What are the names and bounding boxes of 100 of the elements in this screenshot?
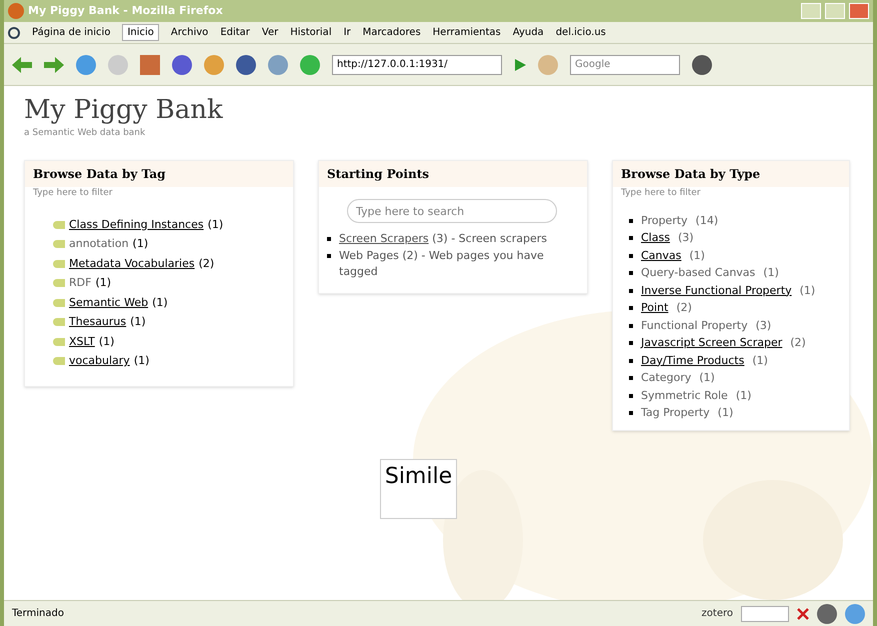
starting-point-link[interactable]: Screen Scrapers — [339, 232, 429, 245]
type-count: (1) — [763, 265, 779, 281]
tag-icon — [53, 279, 65, 288]
starting-point-text: Web Pages (2) - Web pages you have tagged — [339, 248, 545, 280]
tag-icon — [53, 298, 65, 307]
tag-count: (1) — [130, 314, 146, 330]
round-icon[interactable] — [172, 54, 192, 74]
window-title: My Piggy Bank - Mozilla Firefox — [28, 2, 223, 19]
type-count: (1) — [699, 370, 715, 386]
type-count: (3) — [756, 318, 772, 334]
menu-item[interactable]: Historial — [290, 25, 332, 40]
bullet-icon — [629, 324, 633, 328]
type-link[interactable]: Class — [641, 230, 670, 246]
type-count: (1) — [689, 248, 705, 264]
type-link[interactable]: Canvas — [641, 248, 682, 264]
tag-icon — [53, 357, 65, 366]
filter-hint: Type here to filter — [621, 187, 702, 200]
panel-title: Browse Data by Type — [613, 161, 849, 187]
tag-icon — [53, 338, 65, 346]
type-link[interactable]: Property — [641, 212, 688, 229]
page-subtitle: a Semantic Web data bank — [24, 126, 146, 140]
filter-hint: Type here to filter — [33, 187, 114, 200]
type-link[interactable]: Tag Property — [641, 405, 710, 422]
tag-link[interactable]: RDF — [69, 275, 92, 292]
menu-item[interactable]: Herramientas — [432, 25, 501, 40]
menu-item[interactable]: Editar — [220, 25, 250, 40]
address-field[interactable]: http://127.0.0.1:1931/ — [332, 54, 502, 74]
bullet-icon — [629, 254, 633, 258]
bullet-icon — [629, 341, 633, 346]
type-link[interactable]: Inverse Functional Property — [641, 282, 792, 299]
go-icon[interactable] — [514, 58, 526, 70]
menu-item[interactable]: Ayuda — [512, 25, 544, 40]
type-count: (1) — [718, 405, 734, 421]
simile-logo: Simile — [380, 458, 458, 518]
bullet-icon — [629, 218, 633, 223]
bullet-icon — [629, 236, 633, 240]
close-button[interactable] — [849, 3, 869, 19]
type-count: (3) — [678, 230, 694, 246]
type-count: (1) — [800, 282, 816, 298]
search-field[interactable]: Google — [570, 54, 680, 74]
type-count: (14) — [696, 212, 718, 228]
starting-point-link[interactable]: Web Pages — [339, 248, 399, 262]
panel-title: Browse Data by Tag — [25, 161, 293, 187]
back-icon[interactable] — [12, 56, 32, 72]
type-count: (2) — [676, 300, 692, 316]
tag-count: (1) — [208, 216, 224, 232]
round-icon[interactable] — [692, 54, 712, 74]
tag-icon — [53, 318, 65, 326]
forward-icon[interactable] — [44, 56, 64, 72]
bullet-icon — [629, 411, 633, 416]
tag-link[interactable]: annotation — [69, 236, 129, 252]
tag-count: (1) — [134, 353, 150, 369]
menu-item[interactable]: Archivo — [170, 25, 208, 40]
round-icon[interactable] — [817, 604, 837, 624]
status-field[interactable] — [741, 606, 789, 622]
tag-count: (1) — [132, 236, 148, 252]
tag-icon — [53, 260, 65, 268]
bullet-icon — [629, 358, 633, 363]
panel-title: Starting Points — [319, 161, 587, 187]
tag-count: (1) — [152, 294, 168, 310]
bullet-icon — [629, 376, 633, 380]
bookmark-link[interactable]: Página de inicio — [32, 25, 110, 40]
bullet-icon — [327, 237, 331, 241]
type-count: (1) — [752, 352, 768, 368]
tag-link[interactable]: vocabulary — [69, 353, 130, 370]
tag-link[interactable]: Class Defining Instances — [69, 216, 204, 233]
type-link[interactable]: Functional Property — [641, 318, 748, 334]
bookmark-link[interactable]: Inicio — [122, 24, 159, 41]
tag-link[interactable]: Metadata Vocabularies — [69, 256, 195, 272]
page-title: My Piggy Bank — [24, 94, 224, 126]
type-link[interactable]: Query-based Canvas — [641, 265, 756, 282]
type-link[interactable]: Javascript Screen Scraper — [641, 335, 782, 352]
tag-count: (2) — [198, 256, 214, 272]
starting-point-text: Screen Scrapers (3) - Screen scrapers — [339, 231, 548, 247]
type-count: (2) — [790, 335, 806, 351]
bullet-icon — [629, 306, 633, 310]
zotero-label[interactable]: zotero — [702, 606, 733, 621]
tag-link[interactable]: Semantic Web — [69, 294, 148, 311]
tag-link[interactable]: XSLT — [69, 334, 95, 350]
type-link[interactable]: Day/Time Products — [641, 352, 744, 369]
type-link[interactable]: Category — [641, 370, 692, 386]
bullet-icon — [629, 394, 633, 398]
bullet-icon — [629, 288, 633, 293]
type-count: (1) — [736, 388, 752, 404]
tag-link[interactable]: Thesaurus — [69, 314, 126, 330]
bullet-icon — [327, 254, 331, 258]
type-link[interactable]: Point — [641, 300, 668, 316]
bullet-icon — [629, 271, 633, 276]
type-link[interactable]: Symmetric Role — [641, 388, 728, 404]
tag-count: (1) — [95, 275, 112, 291]
tag-count: (1) — [98, 334, 114, 350]
menu-item[interactable]: Marcadores — [362, 25, 421, 40]
tag-icon — [53, 240, 65, 248]
close-icon[interactable] — [797, 608, 809, 620]
menu-item[interactable]: Ver — [262, 25, 278, 40]
search-field[interactable]: Type here to search — [347, 199, 557, 223]
tag-icon — [53, 220, 65, 229]
menu-item[interactable]: del.icio.us — [556, 25, 606, 40]
round-icon[interactable] — [236, 54, 256, 74]
menu-item[interactable]: Ir — [344, 25, 351, 40]
